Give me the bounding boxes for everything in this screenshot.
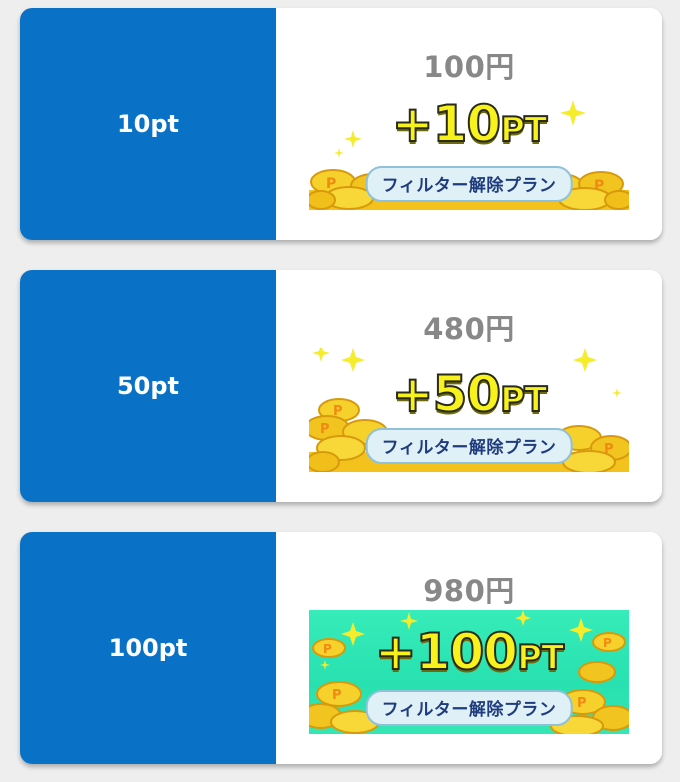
bonus-banner: P P +10PT フィルター解除プラン: [309, 86, 629, 210]
svg-text:P: P: [332, 688, 342, 703]
plan-name-badge: フィルター解除プラン: [365, 428, 573, 464]
bonus-amount: +50PT: [391, 365, 549, 423]
plan-card-100pt[interactable]: 100pt 980円 P P P P +100PT フィルター解除プラン: [20, 532, 662, 764]
plan-name-badge: フィルター解除プラン: [365, 690, 573, 726]
plan-detail: 100円 P P +10PT フィルター解除プラン: [276, 8, 662, 240]
bonus-amount: +10PT: [391, 95, 549, 153]
bonus-banner: P P P P +100PT フィルター解除プラン: [309, 610, 629, 734]
points-label: 50pt: [20, 270, 276, 502]
svg-text:P: P: [594, 178, 604, 194]
plan-card-50pt[interactable]: 50pt 480円 P P P +50PT フィルター解除プラン: [20, 270, 662, 502]
points-label: 10pt: [20, 8, 276, 240]
plan-detail: 980円 P P P P +100PT フィルター解除プラン: [276, 532, 662, 764]
price-label: 980円: [423, 574, 515, 608]
price-label: 480円: [423, 312, 515, 346]
plan-name-badge: フィルター解除プラン: [365, 166, 573, 202]
svg-text:P: P: [604, 442, 614, 457]
svg-text:P: P: [577, 696, 587, 711]
plan-list: 10pt 100円 P P +10PT フィルター解除プラン 50pt 480円…: [0, 0, 680, 782]
bonus-amount: +100PT: [374, 623, 565, 681]
bonus-banner: P P P +50PT フィルター解除プラン: [309, 348, 629, 472]
svg-text:P: P: [326, 176, 336, 192]
plan-detail: 480円 P P P +50PT フィルター解除プラン: [276, 270, 662, 502]
plan-card-10pt[interactable]: 10pt 100円 P P +10PT フィルター解除プラン: [20, 8, 662, 240]
points-label: 100pt: [20, 532, 276, 764]
price-label: 100円: [423, 50, 515, 84]
